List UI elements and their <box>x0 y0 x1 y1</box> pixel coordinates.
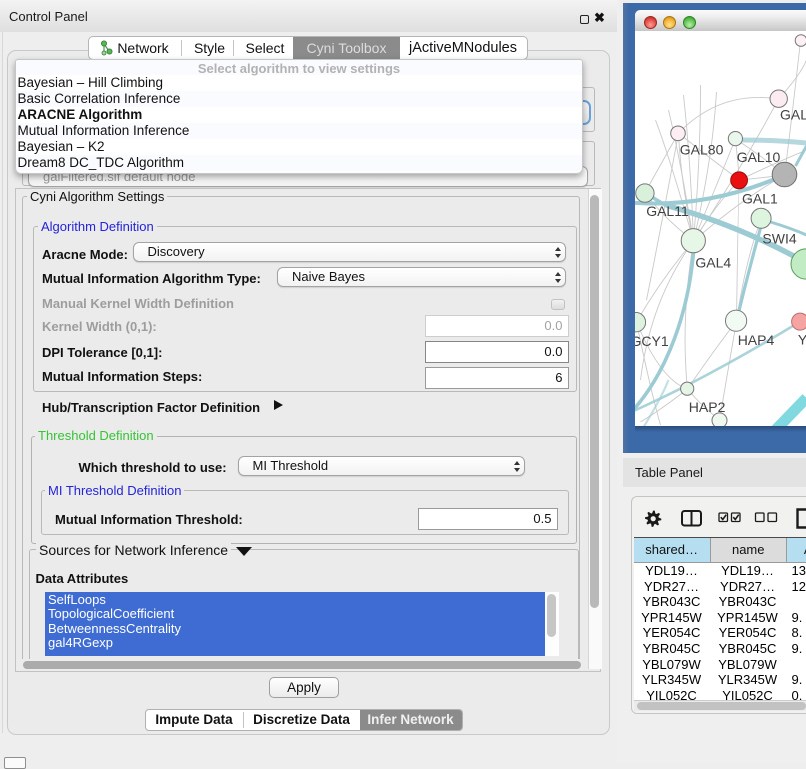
svg-text:GAL11: GAL11 <box>646 203 689 219</box>
svg-text:GAL10: GAL10 <box>736 149 780 165</box>
svg-text:GAL7: GAL7 <box>780 107 806 123</box>
svg-text:GAL1: GAL1 <box>742 191 778 207</box>
svg-text:YJ: YJ <box>797 332 806 348</box>
svg-text:HAP4: HAP4 <box>737 332 774 348</box>
svg-text:GCY1: GCY1 <box>635 333 669 349</box>
svg-text:GAL80: GAL80 <box>679 142 723 158</box>
svg-text:SWI4: SWI4 <box>762 231 796 247</box>
svg-text:GAL4: GAL4 <box>695 255 731 271</box>
svg-text:HAP2: HAP2 <box>688 399 725 415</box>
